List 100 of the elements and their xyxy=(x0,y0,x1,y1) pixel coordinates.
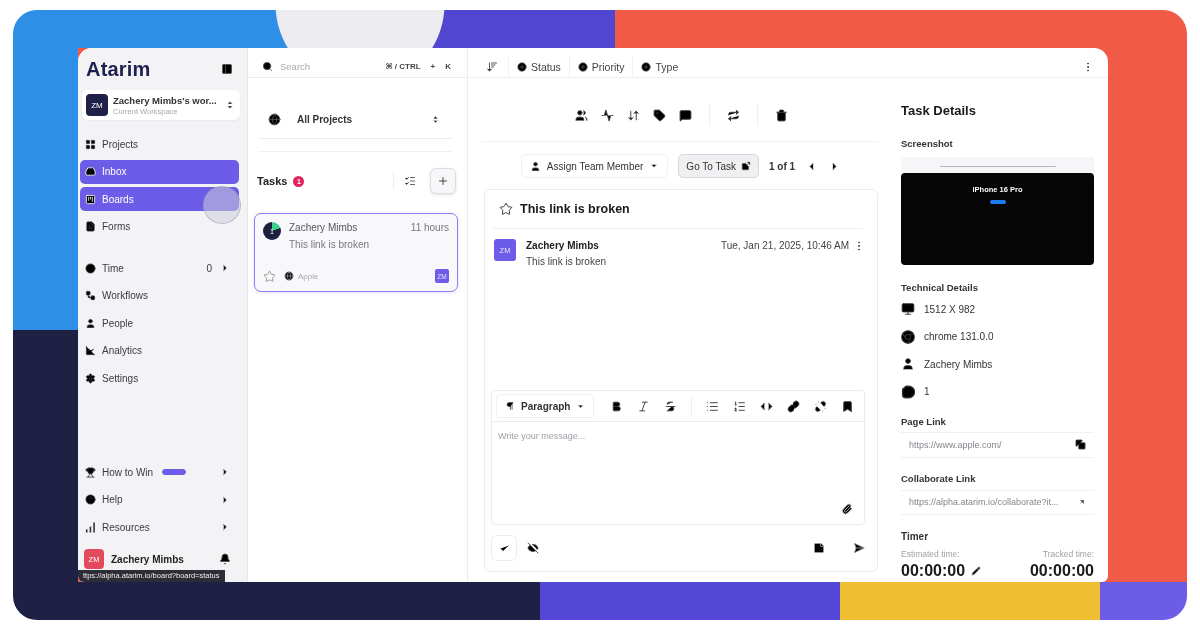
copy-icon[interactable] xyxy=(1075,439,1086,450)
resolve-button[interactable] xyxy=(491,535,517,561)
tech-detail: 1512 X 982 xyxy=(924,303,976,315)
comment-date: Tue, Jan 21, 2025, 10:46 AM xyxy=(720,239,849,252)
chevrons-updown-icon xyxy=(225,100,235,110)
trash-icon[interactable] xyxy=(774,108,788,122)
plus-circle-icon xyxy=(641,61,652,72)
plus-circle-icon xyxy=(517,61,527,72)
external-link-icon xyxy=(741,161,752,171)
plus-icon xyxy=(437,175,449,187)
section-label: Timer xyxy=(901,530,930,543)
italic-icon[interactable] xyxy=(637,399,651,413)
star-icon[interactable] xyxy=(499,202,513,216)
star-icon[interactable] xyxy=(263,269,276,283)
globe-icon xyxy=(284,271,294,281)
task-time: 11 hours xyxy=(410,221,449,235)
shortcut-key: K xyxy=(445,62,451,71)
logo[interactable]: Atarim xyxy=(86,57,151,81)
pilcrow-icon xyxy=(505,401,515,411)
trophy-icon xyxy=(85,466,96,478)
message-icon[interactable] xyxy=(678,108,692,122)
message-field[interactable]: Write your message... xyxy=(491,421,865,525)
nav-item[interactable]: People xyxy=(80,311,239,335)
section-label: Page Link xyxy=(901,415,947,428)
tasks-heading: Tasks xyxy=(257,175,288,187)
nav-item[interactable]: Time 0 xyxy=(80,256,239,280)
section-label: Technical Details xyxy=(901,282,979,294)
globe-icon xyxy=(268,113,281,126)
arrows-updown-icon[interactable] xyxy=(626,108,640,122)
sticky-note-icon[interactable] xyxy=(813,542,825,554)
nav-item[interactable]: Forms xyxy=(80,214,239,239)
unlink-icon[interactable] xyxy=(814,399,828,413)
comment-text: This link is broken xyxy=(526,255,608,268)
tech-detail: Zachery Mimbs xyxy=(924,358,993,370)
document-icon xyxy=(85,221,96,232)
link-icon[interactable] xyxy=(787,399,801,413)
grid-icon xyxy=(85,138,96,150)
nav-item[interactable]: How to Win xyxy=(80,460,239,484)
section-label: Screenshot xyxy=(901,138,954,150)
assign-dropdown[interactable]: Assign Team Member xyxy=(520,154,669,178)
link-field[interactable]: https://www.apple.com/ xyxy=(901,431,1094,458)
nav-item[interactable]: Settings xyxy=(80,366,239,390)
arrow-icon[interactable] xyxy=(1078,498,1086,506)
send-icon[interactable] xyxy=(853,542,865,554)
repeat-icon[interactable] xyxy=(726,108,740,122)
nav-item[interactable]: Projects xyxy=(80,132,239,156)
filter-chip[interactable]: Priority xyxy=(568,56,633,77)
search-icon xyxy=(262,61,273,72)
browser-icon xyxy=(901,329,915,344)
nav-item[interactable]: Resources xyxy=(80,515,239,539)
shortcut-key: + xyxy=(430,62,436,71)
eye-off-icon[interactable] xyxy=(527,542,539,554)
check-icon xyxy=(498,542,510,554)
bold-icon[interactable] xyxy=(610,399,624,413)
bell-icon[interactable] xyxy=(219,553,231,565)
pager-label: 1 of 1 xyxy=(769,160,796,172)
nav-item[interactable]: Inbox xyxy=(80,159,239,184)
chevron-down-icon xyxy=(649,161,660,171)
monitor-icon xyxy=(901,302,915,316)
pencil-icon[interactable] xyxy=(971,565,982,576)
nav-item[interactable]: Boards xyxy=(80,187,239,211)
shortcut-key: ⌘ / CTRL xyxy=(385,62,421,71)
kanban-icon xyxy=(85,193,96,205)
go-to-task-button[interactable]: Go To Task xyxy=(678,154,760,178)
paperclip-icon[interactable] xyxy=(841,503,853,515)
progress-bar xyxy=(162,469,187,475)
sort-icon[interactable] xyxy=(486,60,498,73)
nav-item[interactable]: Analytics xyxy=(80,338,239,363)
bar-chart-icon xyxy=(85,521,96,533)
task-author: Zachery Mimbs xyxy=(289,221,358,235)
tech-detail: 1 xyxy=(924,386,930,397)
strikethrough-icon[interactable] xyxy=(664,399,678,413)
line-chart-icon xyxy=(85,345,96,356)
workspace-avatar: ZM xyxy=(86,94,108,116)
workspace-name: Zachery Mimbs's wor... xyxy=(113,94,218,106)
person-icon xyxy=(85,317,96,329)
bookmark-icon[interactable] xyxy=(841,399,855,413)
block-type-dropdown[interactable]: Paragraph xyxy=(496,394,595,418)
search-field[interactable]: Search xyxy=(280,59,379,74)
nav-item[interactable]: Help xyxy=(80,487,239,512)
task-summary: This link is broken xyxy=(289,238,371,252)
list-check-icon[interactable] xyxy=(404,175,416,187)
project-select[interactable]: All Projects xyxy=(258,101,452,139)
tag-icon[interactable] xyxy=(652,108,666,122)
filter-chip[interactable]: Status xyxy=(508,56,569,77)
timer-label: Estimated time: xyxy=(901,548,960,560)
link-field[interactable]: https://alpha.atarim.io/collaborate?it... xyxy=(901,489,1094,515)
people-icon[interactable] xyxy=(574,108,588,122)
panel-toggle-icon[interactable] xyxy=(221,63,233,75)
chevrons-updown-icon xyxy=(431,115,440,124)
activity-icon[interactable] xyxy=(600,108,614,122)
task-site: Apple xyxy=(298,271,319,281)
timer-value: 00:00:00 xyxy=(901,561,966,580)
nav-item[interactable]: Workflows xyxy=(80,283,239,308)
inbox-icon xyxy=(85,166,96,177)
person-icon xyxy=(901,357,915,371)
numbered-list-icon[interactable] xyxy=(733,399,747,413)
timer-label: Tracked time: xyxy=(1042,548,1094,560)
bullet-list-icon[interactable] xyxy=(706,399,720,413)
filter-chip[interactable]: Type xyxy=(632,56,687,77)
